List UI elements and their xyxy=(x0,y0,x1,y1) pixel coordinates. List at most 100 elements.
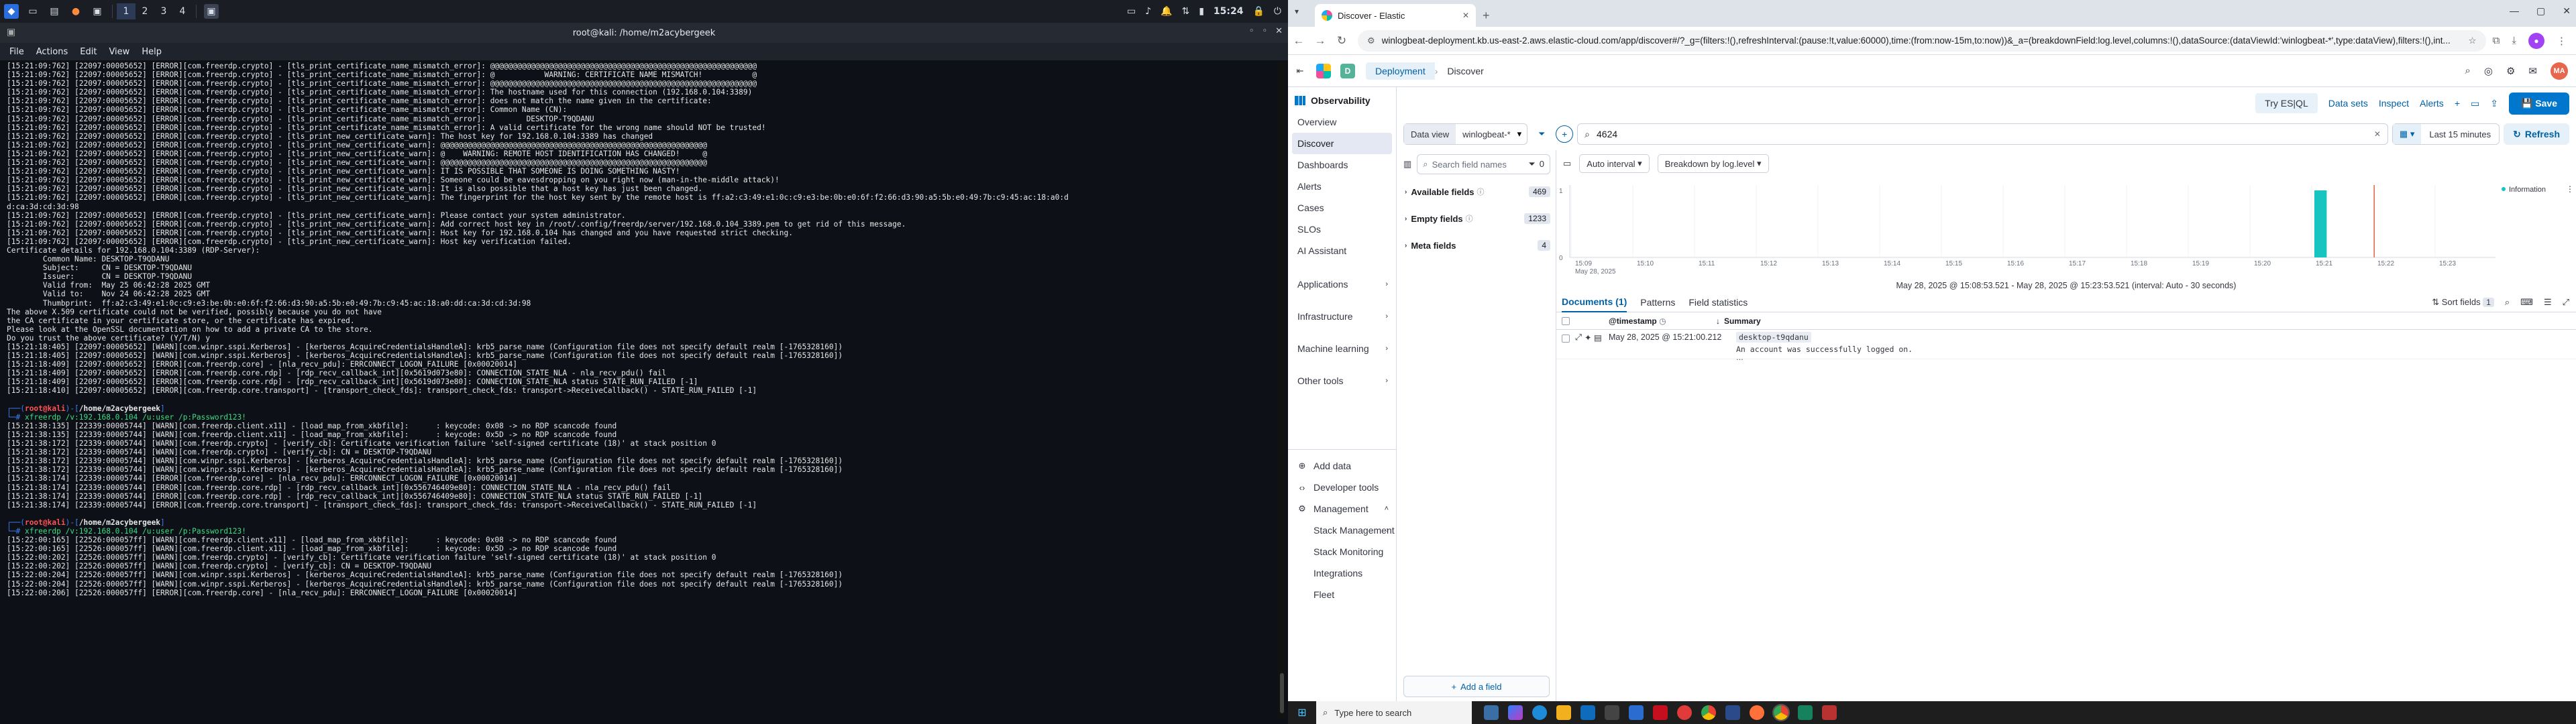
search-icon[interactable]: ⌕ xyxy=(2465,65,2470,76)
nav-integrations[interactable]: Integrations xyxy=(1288,562,1397,584)
nav-item-dashboards[interactable]: Dashboards xyxy=(1288,154,1396,176)
tab-close-icon[interactable]: ✕ xyxy=(1462,11,1469,20)
new-tab-icon[interactable]: + xyxy=(1483,9,1490,23)
terminal-icon[interactable]: ▣ xyxy=(90,4,105,19)
date-picker[interactable]: ▦ ▾ Last 15 minutes xyxy=(2392,123,2500,145)
store-icon[interactable] xyxy=(1605,705,1619,720)
reload-icon[interactable]: ↻ xyxy=(1331,34,1352,48)
app-icon[interactable] xyxy=(1629,705,1644,720)
extensions-icon[interactable]: ⧉ xyxy=(2493,35,2500,46)
breadcrumb-deployment[interactable]: Deployment xyxy=(1366,62,1435,80)
close-icon[interactable]: ✕ xyxy=(1275,26,1283,36)
field-search-input[interactable]: ⌕ Search field names ⏷ 0 xyxy=(1417,154,1550,174)
nav-group-machine-learning[interactable]: Machine learning › xyxy=(1288,333,1396,365)
tab-patterns[interactable]: Patterns xyxy=(1640,292,1675,312)
nav-fleet[interactable]: Fleet xyxy=(1288,584,1397,605)
filter-icon[interactable]: ⏷ xyxy=(1528,159,1535,170)
data-sets-link[interactable]: Data sets xyxy=(2328,98,2368,109)
forward-icon[interactable]: → xyxy=(1309,34,1331,48)
address-bar[interactable]: ⚙ winlogbeat-deployment.kb.us-east-2.aws… xyxy=(1358,29,2486,52)
expand-row-icon[interactable]: ⤢ xyxy=(1575,333,1585,343)
app-icon[interactable] xyxy=(1653,705,1668,720)
minimize-icon[interactable]: ◦ xyxy=(1249,26,1254,36)
sidebar-collapse-icon[interactable]: ▥ xyxy=(1403,159,1411,170)
nav-developer-tools[interactable]: ‹› Developer tools xyxy=(1288,477,1397,498)
elastic-logo-icon[interactable] xyxy=(1316,63,1331,78)
workspace-3[interactable]: 3 xyxy=(154,3,173,19)
back-icon[interactable]: ← xyxy=(1288,34,1309,48)
chrome-menu-icon[interactable]: ⋮ xyxy=(2557,35,2567,47)
nav-toggle-icon[interactable]: ⇤ xyxy=(1288,66,1312,76)
terminal-output[interactable]: [15:21:09:762] [22097:00005652] [ERROR][… xyxy=(0,62,1278,719)
keyboard-icon[interactable]: ⌨ xyxy=(2520,297,2533,308)
app-icon[interactable] xyxy=(1822,705,1837,720)
chrome-active-icon[interactable] xyxy=(1772,704,1790,721)
power-icon[interactable]: ⏻ xyxy=(1274,6,1281,17)
help-icon[interactable]: ◎ xyxy=(2484,65,2493,77)
tab-discover[interactable]: Discover - Elastic ✕ xyxy=(1315,4,1476,27)
available-fields-group[interactable]: › Available fields ⓘ 469 xyxy=(1397,178,1556,205)
chat-icon[interactable]: ✉ xyxy=(2528,65,2537,77)
clear-query-icon[interactable]: ✕ xyxy=(2374,129,2381,139)
sort-fields-button[interactable]: ⇅ Sort fields 1 xyxy=(2432,297,2494,308)
menu-edit[interactable]: Edit xyxy=(80,47,97,57)
nav-item-alerts[interactable]: Alerts xyxy=(1288,176,1396,197)
chrome-icon[interactable] xyxy=(1701,705,1716,720)
network-icon[interactable]: ⇅ xyxy=(1181,6,1189,17)
maximize-icon[interactable]: ▢ xyxy=(2536,5,2545,17)
nav-observability[interactable]: Observability xyxy=(1288,87,1396,111)
nav-stack-monitoring[interactable]: Stack Monitoring xyxy=(1288,541,1397,562)
copilot-icon[interactable] xyxy=(1508,705,1523,720)
space-avatar[interactable]: D xyxy=(1340,63,1355,78)
volume-icon[interactable]: ♪ xyxy=(1145,6,1151,17)
nav-item-cases[interactable]: Cases xyxy=(1288,197,1396,219)
histogram-chart[interactable]: 0 1 15:09May 28, 2025 15:10 15:11 15:12 15:13 1… xyxy=(1556,177,2576,278)
row-actions-icon[interactable]: ▤ xyxy=(1594,333,1609,343)
menu-file[interactable]: File xyxy=(9,47,24,57)
firefox-icon[interactable] xyxy=(1750,705,1764,720)
nav-item-overview[interactable]: Overview xyxy=(1288,111,1396,133)
menu-view[interactable]: View xyxy=(109,47,129,57)
clock[interactable]: 15:24 xyxy=(1214,6,1244,17)
battery-icon[interactable]: ▮ xyxy=(1199,6,1204,17)
workspace-2[interactable]: 2 xyxy=(136,3,154,19)
interval-select[interactable]: Auto interval ▾ xyxy=(1579,154,1650,173)
pin-row-icon[interactable]: ✦ xyxy=(1585,333,1594,343)
mail-icon[interactable] xyxy=(1580,705,1595,720)
nav-item-discover[interactable]: Discover xyxy=(1292,133,1392,154)
app-icon[interactable] xyxy=(1725,705,1740,720)
nav-management[interactable]: ⚙ Management ˄ xyxy=(1288,498,1397,520)
close-window-icon[interactable]: ✕ xyxy=(2563,5,2571,17)
row-checkbox[interactable] xyxy=(1562,335,1570,343)
save-button[interactable]: 💾 Save xyxy=(2508,92,2569,115)
workspace-4[interactable]: 4 xyxy=(173,3,192,19)
add-filter-icon[interactable]: + xyxy=(1556,125,1574,143)
nav-group-applications[interactable]: Applications › xyxy=(1288,268,1396,300)
firefox-icon[interactable]: ● xyxy=(68,4,83,19)
meta-fields-group[interactable]: › Meta fields 4 xyxy=(1397,232,1556,259)
menu-help[interactable]: Help xyxy=(142,47,162,57)
try-esql-button[interactable]: Try ES|QL xyxy=(2255,93,2318,113)
downloads-icon[interactable]: ⤓ xyxy=(2512,35,2516,46)
calendar-icon[interactable]: ▦ ▾ xyxy=(2392,124,2422,144)
taskbar-search-input[interactable]: ⌕ Type here to search xyxy=(1316,701,1472,724)
open-icon[interactable]: ▭ xyxy=(2471,98,2479,109)
new-icon[interactable]: + xyxy=(2455,98,2460,109)
news-icon[interactable]: ⚙ xyxy=(2506,65,2515,77)
column-timestamp[interactable]: @timestamp ◷ xyxy=(1609,316,1716,326)
data-view-picker[interactable]: Data view winlogbeat-* ▾ xyxy=(1403,123,1528,145)
menu-actions[interactable]: Actions xyxy=(36,47,68,57)
lock-icon[interactable]: 🔒 xyxy=(1252,6,1264,17)
edge-icon[interactable] xyxy=(1532,705,1547,720)
column-summary[interactable]: Summary xyxy=(1724,316,1761,326)
refresh-button[interactable]: ↻ Refresh xyxy=(2504,123,2569,145)
bookmark-star-icon[interactable]: ☆ xyxy=(2469,36,2477,46)
select-all-checkbox[interactable] xyxy=(1562,316,1570,325)
search-icon[interactable]: ⌕ xyxy=(2505,297,2510,308)
maximize-icon[interactable]: ◦ xyxy=(1262,26,1267,36)
share-icon[interactable]: ⇪ xyxy=(2490,98,2498,109)
chart-options-icon[interactable]: ▭ xyxy=(1563,158,1571,169)
nav-item-slos[interactable]: SLOs xyxy=(1288,219,1396,240)
task-view-icon[interactable] xyxy=(1484,705,1499,720)
nav-add-data[interactable]: ⊕ Add data xyxy=(1288,455,1397,477)
